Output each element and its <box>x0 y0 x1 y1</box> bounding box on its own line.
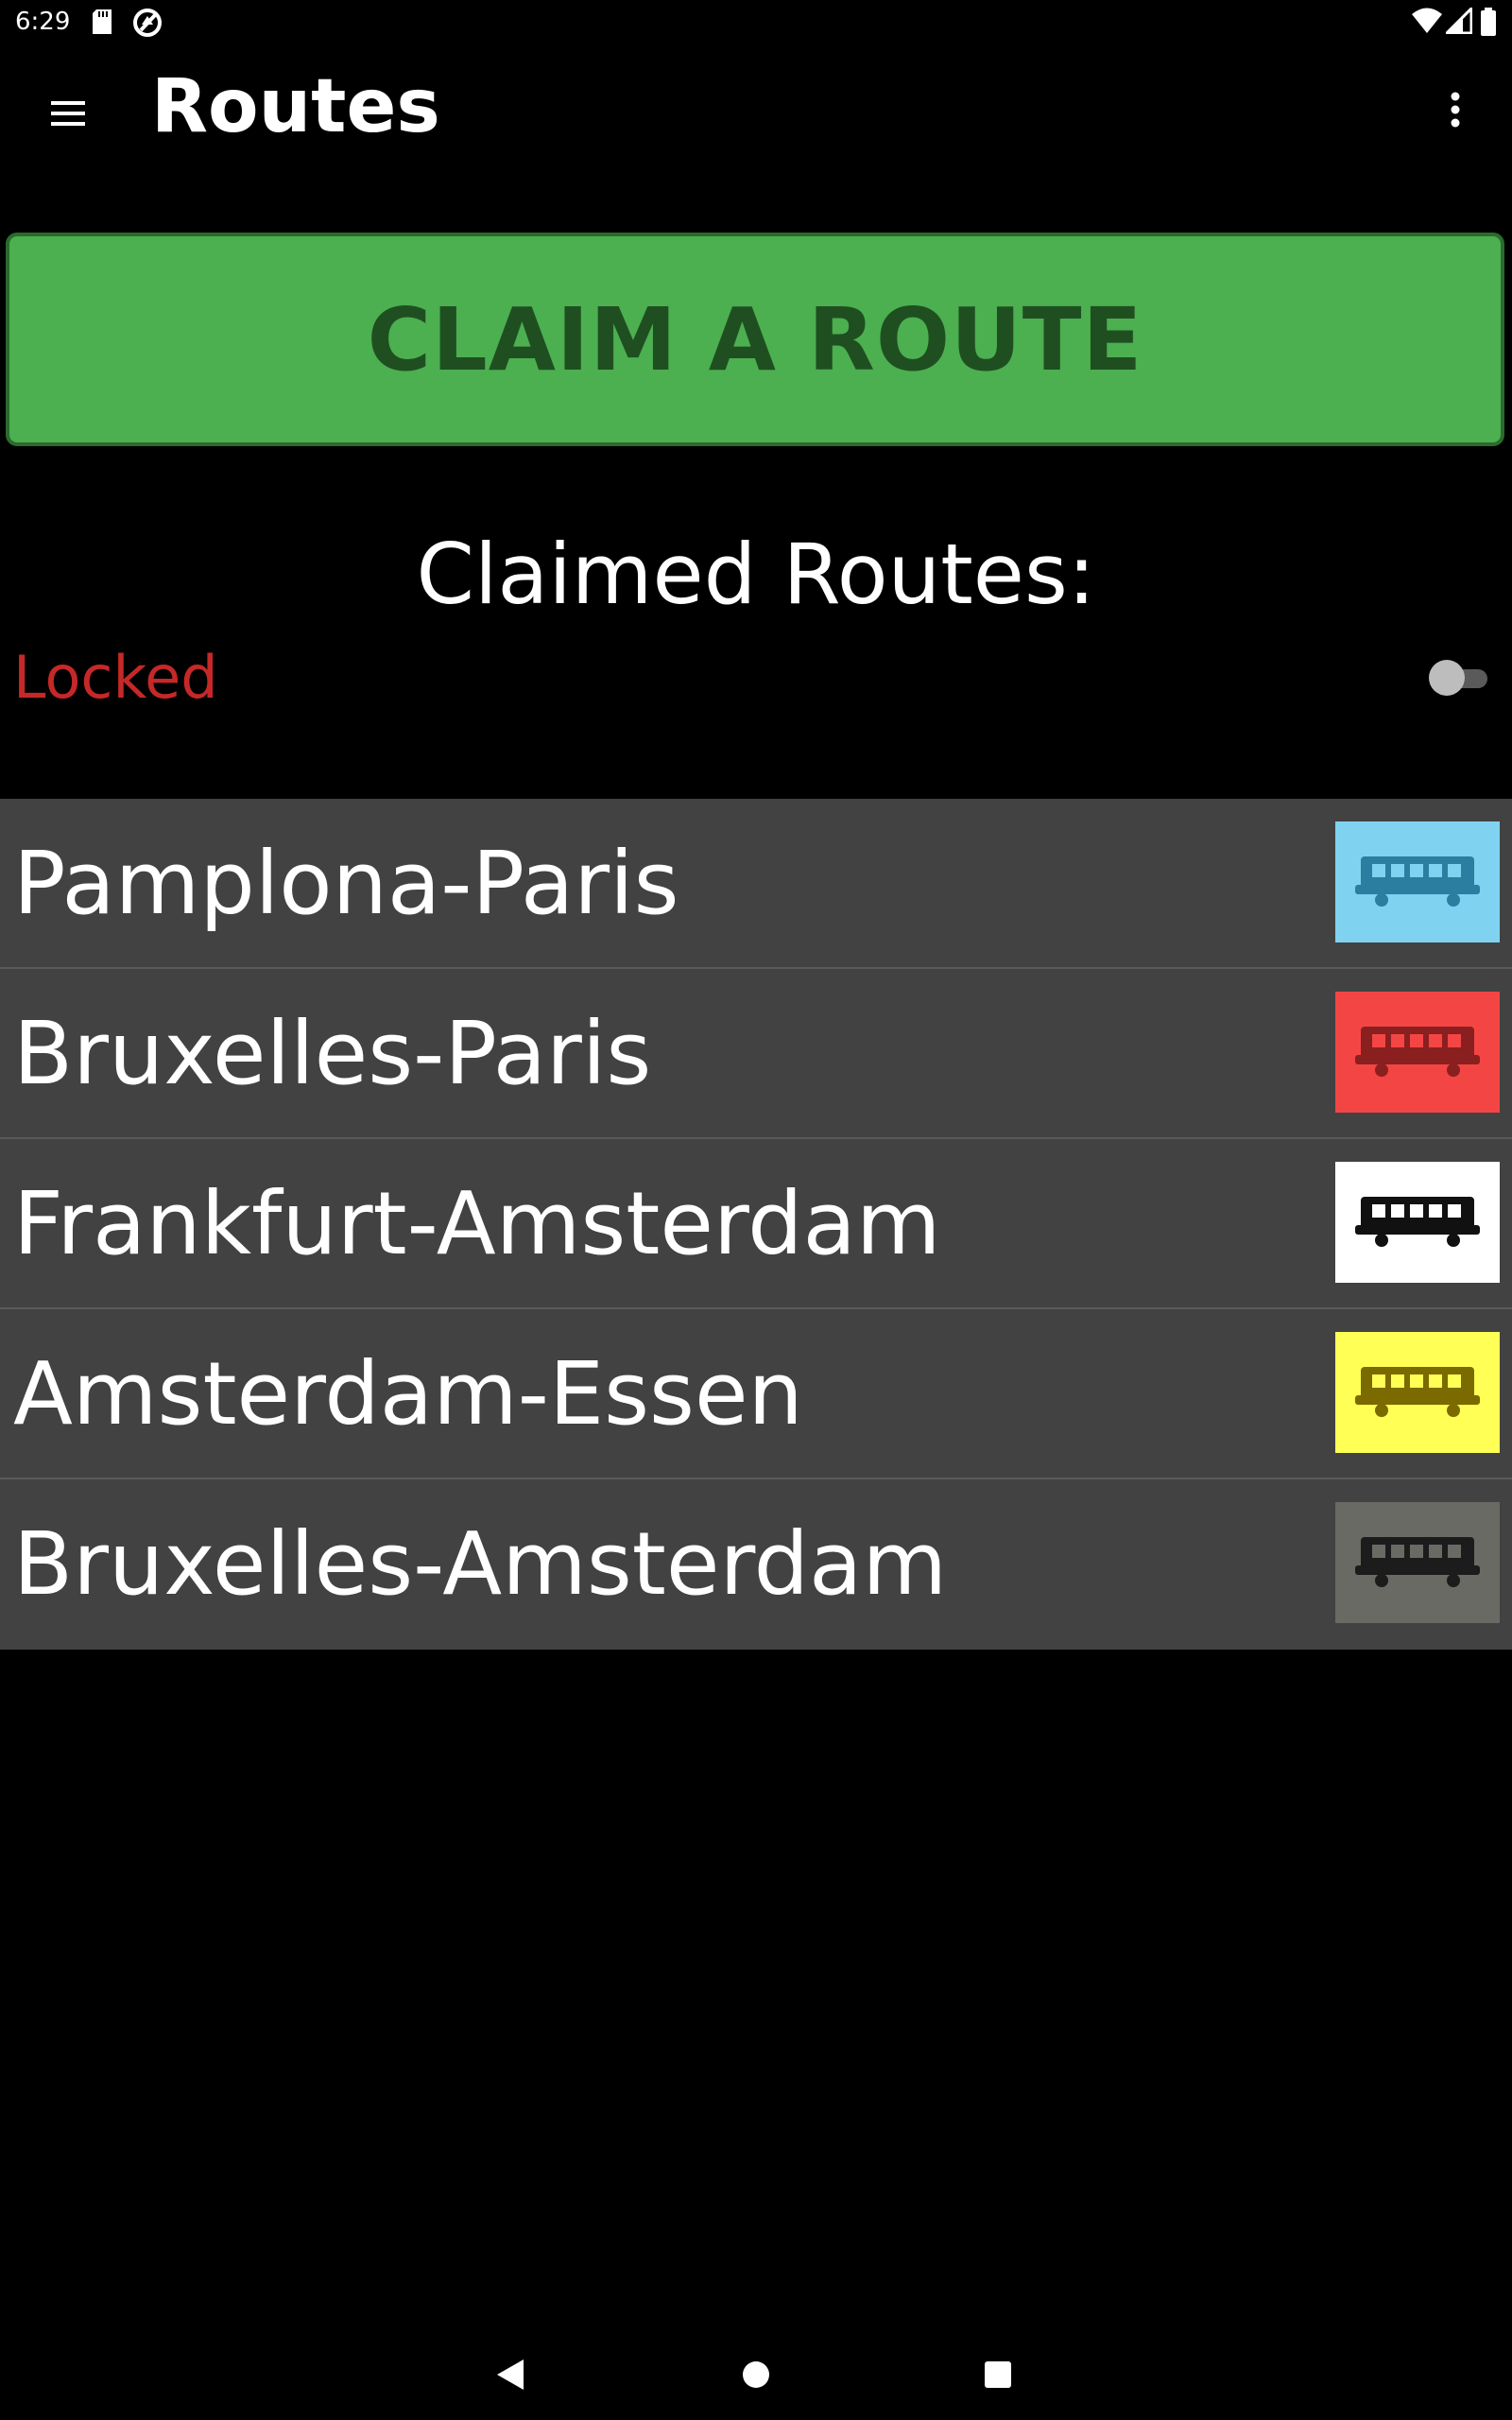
train-car-icon <box>1355 1537 1480 1587</box>
route-color-chip <box>1335 821 1500 942</box>
train-car-icon <box>1355 1027 1480 1077</box>
route-row[interactable]: Bruxelles-Amsterdam <box>0 1479 1512 1650</box>
route-color-chip <box>1335 1332 1500 1453</box>
route-color-chip <box>1335 992 1500 1113</box>
route-list: Pamplona-Paris Bruxelles-Paris Frankfurt… <box>0 799 1512 1650</box>
wifi-icon <box>1412 8 1442 33</box>
claim-route-label: CLAIM A ROUTE <box>367 288 1143 390</box>
recents-icon[interactable] <box>971 2348 1024 2401</box>
status-time: 6:29 <box>15 8 71 36</box>
page-title: Routes <box>151 64 440 149</box>
lock-toggle[interactable] <box>1429 658 1489 696</box>
route-name: Bruxelles-Paris <box>13 1003 652 1104</box>
back-icon[interactable] <box>486 2348 539 2401</box>
claimed-routes-heading: Claimed Routes: <box>416 526 1096 623</box>
route-color-chip <box>1335 1162 1500 1283</box>
more-vert-icon[interactable] <box>1425 79 1486 140</box>
route-name: Frankfurt-Amsterdam <box>13 1173 941 1274</box>
signal-icon <box>1446 8 1472 34</box>
app-bar: Routes <box>0 45 1512 174</box>
route-name: Pamplona-Paris <box>13 833 679 934</box>
hamburger-menu-icon[interactable] <box>38 83 98 144</box>
route-row[interactable]: Pamplona-Paris <box>0 799 1512 969</box>
route-color-chip <box>1335 1502 1500 1623</box>
train-car-icon <box>1355 1197 1480 1247</box>
train-car-icon <box>1355 1367 1480 1417</box>
route-row[interactable]: Frankfurt-Amsterdam <box>0 1139 1512 1309</box>
sd-card-icon <box>93 9 112 34</box>
route-name: Amsterdam-Essen <box>13 1343 803 1444</box>
train-car-icon <box>1355 856 1480 907</box>
home-icon[interactable] <box>730 2348 782 2401</box>
battery-icon <box>1481 8 1496 36</box>
route-row[interactable]: Bruxelles-Paris <box>0 969 1512 1139</box>
route-row[interactable]: Amsterdam-Essen <box>0 1309 1512 1479</box>
route-name: Bruxelles-Amsterdam <box>13 1513 948 1615</box>
lock-status-label: Locked <box>13 643 218 712</box>
sync-icon <box>133 9 162 37</box>
claim-route-button[interactable]: CLAIM A ROUTE <box>6 233 1504 446</box>
lock-toggle-thumb <box>1429 660 1465 696</box>
system-nav-bar <box>0 2325 1512 2420</box>
status-bar: 6:29 <box>0 0 1512 45</box>
